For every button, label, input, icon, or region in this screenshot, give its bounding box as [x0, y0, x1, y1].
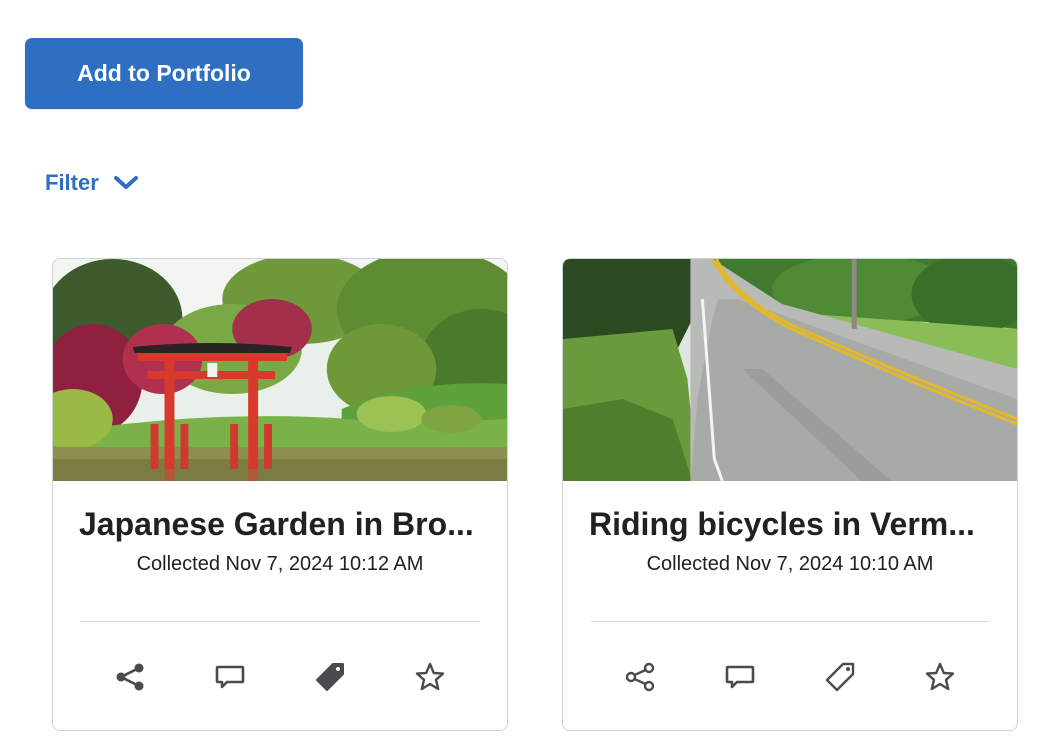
share-icon [116, 663, 144, 691]
share-button[interactable] [623, 660, 657, 694]
share-button[interactable] [113, 660, 147, 694]
star-icon [925, 662, 955, 691]
chevron-down-icon [113, 176, 138, 189]
card-collected-date: Collected Nov 7, 2024 10:12 AM [136, 553, 424, 575]
card-divider [81, 621, 479, 622]
portfolio-card[interactable]: Riding bicycles in Verm... Collected Nov… [562, 258, 1018, 731]
share-icon [625, 662, 655, 692]
comment-icon [215, 665, 245, 689]
favorite-button[interactable] [413, 660, 447, 694]
tag-button[interactable] [313, 660, 347, 694]
tag-icon [316, 663, 344, 691]
card-divider [591, 621, 989, 622]
portfolio-card[interactable]: Japanese Garden in Bro... Collected Nov … [52, 258, 508, 731]
comment-button[interactable] [213, 660, 247, 694]
add-to-portfolio-button[interactable]: Add to Portfolio [25, 38, 303, 109]
card-image-japanese-garden[interactable] [53, 259, 507, 481]
comment-icon [725, 665, 755, 689]
filter-label: Filter [45, 170, 99, 195]
tag-button[interactable] [823, 660, 857, 694]
card-collected-date: Collected Nov 7, 2024 10:10 AM [646, 553, 934, 575]
card-actions [53, 660, 507, 694]
filter-dropdown[interactable]: Filter [45, 170, 139, 196]
comment-button[interactable] [723, 660, 757, 694]
card-title[interactable]: Japanese Garden in Bro... [79, 505, 481, 543]
card-actions [563, 660, 1017, 694]
tag-icon [825, 662, 855, 692]
card-title[interactable]: Riding bicycles in Verm... [589, 505, 991, 543]
star-icon [415, 662, 445, 691]
favorite-button[interactable] [923, 660, 957, 694]
card-image-country-road[interactable] [563, 259, 1017, 481]
